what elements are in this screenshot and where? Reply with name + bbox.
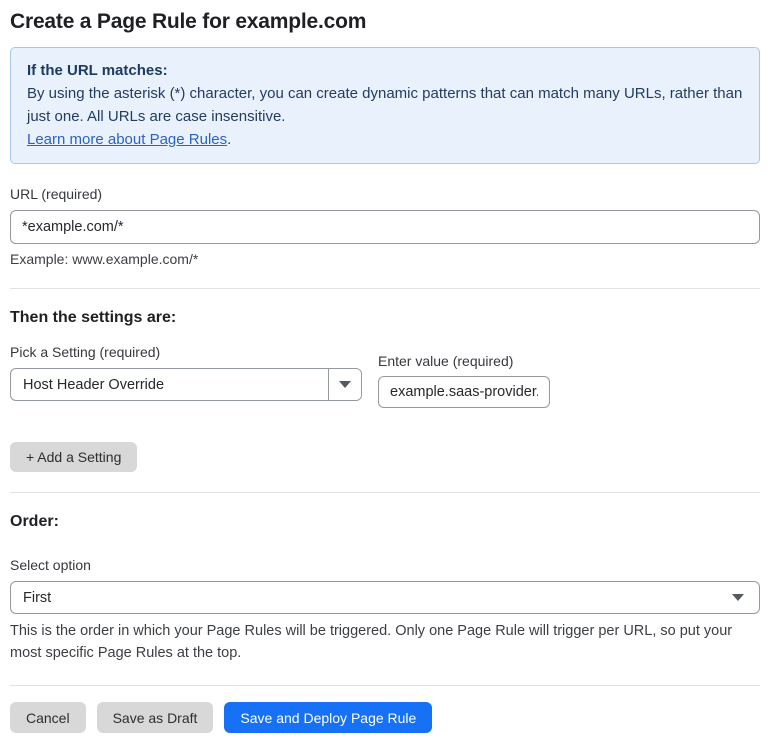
add-setting-button[interactable]: + Add a Setting: [10, 442, 138, 472]
save-as-draft-button[interactable]: Save as Draft: [96, 702, 214, 733]
setting-dropdown-arrow-button[interactable]: [328, 369, 361, 400]
cancel-button[interactable]: Cancel: [10, 702, 86, 733]
setting-value-input[interactable]: [378, 376, 550, 408]
url-matches-info-box: If the URL matches: By using the asteris…: [10, 47, 760, 164]
order-help-text: This is the order in which your Page Rul…: [10, 623, 733, 661]
settings-section-heading: Then the settings are:: [10, 309, 177, 326]
order-select-label: Select option: [10, 557, 91, 573]
url-input[interactable]: [10, 210, 760, 244]
info-box-body: By using the asterisk (*) character, you…: [27, 85, 743, 125]
form-actions: Cancel Save as Draft Save and Deploy Pag…: [10, 702, 760, 733]
setting-picker-dropdown[interactable]: Host Header Override: [10, 368, 362, 401]
order-select-value: First: [23, 589, 52, 606]
divider: [10, 492, 760, 493]
create-page-rule-form: Create a Page Rule for example.com If th…: [0, 0, 772, 743]
info-box-heading: If the URL matches:: [27, 62, 168, 79]
settings-row: Pick a Setting (required) Host Header Ov…: [10, 344, 760, 408]
chevron-down-icon: [732, 594, 744, 601]
divider: [10, 685, 760, 686]
setting-value-column: Enter value (required): [378, 353, 550, 408]
chevron-down-icon: [339, 381, 351, 388]
setting-picker-label: Pick a Setting (required): [10, 344, 161, 360]
order-section-heading: Order:: [10, 513, 59, 530]
divider: [10, 288, 760, 289]
link-period: .: [227, 131, 232, 148]
save-and-deploy-button[interactable]: Save and Deploy Page Rule: [224, 702, 433, 733]
url-field-label: URL (required): [10, 186, 103, 202]
learn-more-link[interactable]: Learn more about Page Rules: [27, 131, 227, 148]
setting-picker-selected: Host Header Override: [23, 376, 165, 393]
page-title: Create a Page Rule for example.com: [10, 10, 367, 33]
setting-picker-column: Pick a Setting (required) Host Header Ov…: [10, 344, 362, 401]
order-select[interactable]: First: [10, 581, 760, 614]
info-box-link-line: Learn more about Page Rules.: [27, 128, 743, 151]
setting-value-label: Enter value (required): [378, 353, 514, 369]
url-example-text: Example: www.example.com/*: [10, 251, 199, 267]
